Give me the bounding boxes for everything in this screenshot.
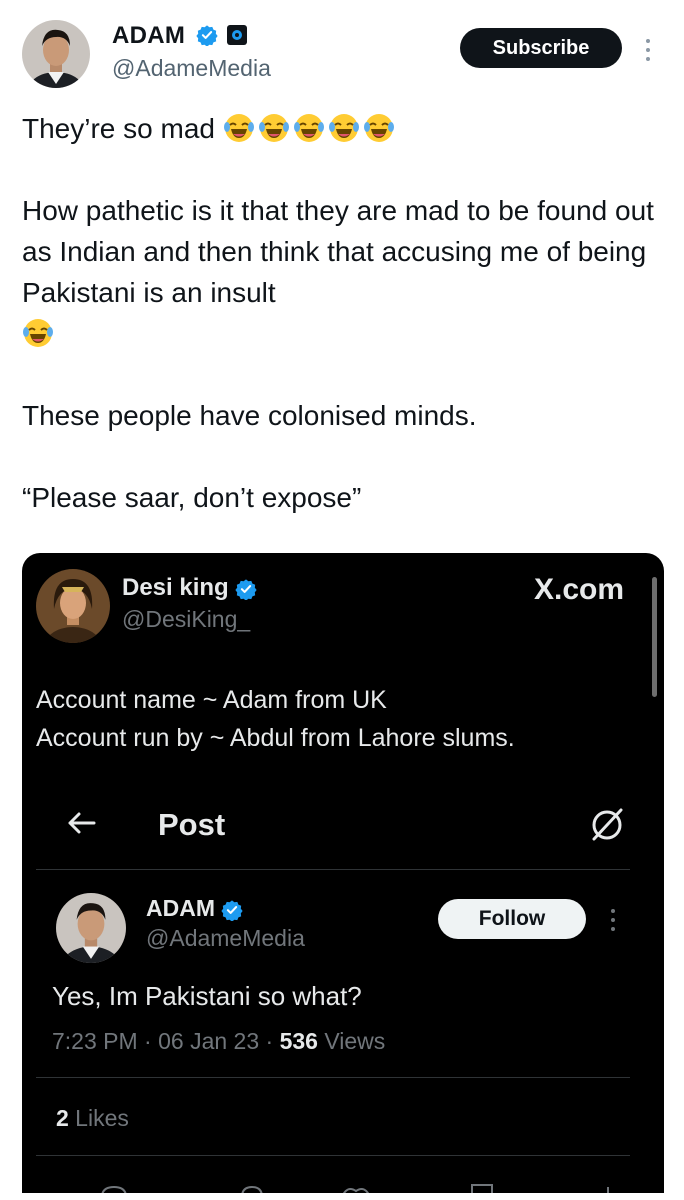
scrollbar[interactable]	[652, 577, 657, 697]
laughing-emoji-icon	[328, 114, 359, 142]
grok-icon[interactable]	[588, 806, 626, 844]
subscribe-button[interactable]: Subscribe	[460, 28, 622, 68]
more-icon[interactable]	[640, 36, 656, 64]
back-arrow-icon[interactable]	[66, 809, 96, 837]
tweet-paragraph-3: These people have colonised minds.	[22, 400, 477, 431]
divider	[36, 1077, 630, 1078]
laughing-emoji-icon	[363, 114, 394, 142]
xcom-watermark: X.com	[534, 573, 625, 606]
likes-stat[interactable]: 2 Likes	[56, 1105, 129, 1132]
quoted-author-name-text: ADAM	[146, 895, 215, 921]
laughing-emoji-icon	[293, 114, 324, 142]
post-header-title: Post	[158, 807, 226, 842]
desiking-handle: @DesiKing_	[122, 606, 251, 632]
likes-label: Likes	[68, 1105, 129, 1131]
tweet-line: How pathetic is it that they are mad to …	[22, 195, 654, 308]
verified-badge-icon	[221, 900, 244, 921]
likes-count: 2	[56, 1105, 69, 1131]
laughing-emoji-icon	[258, 114, 289, 142]
tweet-paragraph-1: They’re so mad	[22, 108, 662, 149]
tweet-text: They’re so mad How pathetic is it that t…	[22, 108, 662, 518]
desiking-line: Account name ~ Adam from UK	[36, 686, 387, 714]
quoted-author-avatar	[56, 893, 126, 963]
affiliate-badge-icon	[227, 25, 247, 45]
divider	[36, 1155, 630, 1156]
quoted-tweet-text: Yes, Im Pakistani so what?	[52, 981, 362, 1011]
embedded-screenshot[interactable]: Desi king @DesiKing_ X.com Account name …	[22, 553, 664, 1193]
tweet-paragraph-4: “Please saar, don’t expose”	[22, 482, 362, 513]
laughing-emoji-icon	[23, 319, 53, 347]
divider	[36, 869, 630, 870]
desiking-line: Account run by ~ Abdul from Lahore slums…	[36, 724, 515, 752]
desiking-avatar	[36, 569, 110, 643]
laughing-emoji-group	[223, 113, 398, 144]
follow-button[interactable]: Follow	[438, 899, 586, 939]
author-badges	[196, 24, 248, 46]
action-bar-partial[interactable]	[42, 1177, 642, 1193]
more-icon[interactable]	[606, 906, 620, 934]
author-avatar[interactable]	[22, 20, 90, 88]
verified-badge-icon	[196, 25, 218, 46]
desiking-name-text: Desi king	[122, 574, 229, 601]
desiking-text: Account name ~ Adam from UK Account run …	[36, 681, 515, 757]
quoted-author-handle: @AdameMedia	[146, 925, 305, 951]
tweet-paragraph-2: How pathetic is it that they are mad to …	[22, 190, 662, 354]
author-name[interactable]: ADAM	[112, 22, 185, 50]
verified-badge-icon	[235, 579, 258, 600]
laughing-emoji-icon	[223, 114, 254, 142]
tweet-metadata: 7:23 PM · 06 Jan 23 · 536 Views	[52, 1028, 385, 1055]
author-handle[interactable]: @AdameMedia	[112, 55, 271, 82]
views-label: Views	[317, 1028, 386, 1054]
tweet-line: They’re so mad	[22, 113, 215, 144]
quoted-author-name: ADAM	[146, 895, 244, 922]
tweet-time: 7:23 PM · 06 Jan 23 ·	[52, 1028, 280, 1054]
views-count: 536	[279, 1028, 318, 1054]
desiking-name: Desi king	[122, 574, 258, 602]
